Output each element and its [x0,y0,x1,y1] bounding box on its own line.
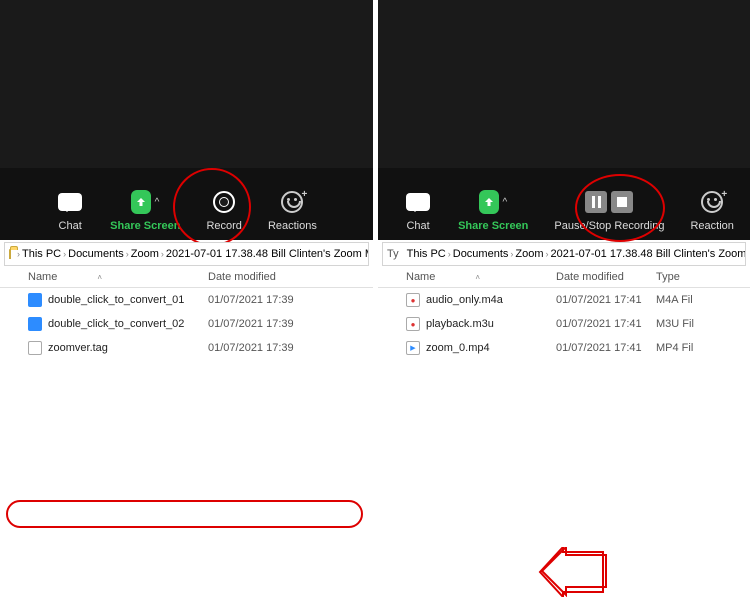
share-label: Share Screen [458,220,528,232]
reactions-button[interactable]: + Reaction [688,188,735,232]
file-type: M4A Fil [656,294,716,306]
zoom-meeting-window-left: Chat ^ Share Screen Record + Reactions [0,0,373,240]
file-date: 01/07/2021 17:41 [556,294,656,306]
file-type: MP4 Fil [656,342,716,354]
smiley-icon: + [701,191,723,213]
file-date: 01/07/2021 17:39 [208,318,308,330]
file-name: playback.m3u [426,318,494,330]
share-caret-icon[interactable]: ^ [503,197,508,208]
folder-icon [9,249,11,259]
file-date: 01/07/2021 17:39 [208,294,308,306]
pausestop-label: Pause/Stop Recording [554,220,664,232]
col-date-label[interactable]: Date modified [208,271,308,283]
share-caret-icon[interactable]: ^ [155,197,160,208]
zoom-meeting-window-right: Chat ^ Share Screen Pause/S [378,0,750,240]
reactions-label: Reaction [690,220,733,232]
file-date: 01/07/2021 17:41 [556,318,656,330]
share-label: Share Screen [110,220,180,232]
file-row[interactable]: zoomver.tag 01/07/2021 17:39 [28,336,373,360]
file-date: 01/07/2021 17:41 [556,342,656,354]
pause-stop-recording-button[interactable]: Pause/Stop Recording [552,188,666,232]
chat-label: Chat [59,220,82,232]
col-type-label[interactable]: Type [656,271,716,283]
share-screen-icon [131,190,150,214]
file-name: double_click_to_convert_01 [48,294,184,306]
file-row[interactable]: audio_only.m4a 01/07/2021 17:41 M4A Fil [406,288,750,312]
file-explorer-right: Ty This PC› Documents› Zoom› 2021-07-01 … [378,242,750,502]
bc-item[interactable]: Zoom [131,248,159,260]
file-row[interactable]: double_click_to_convert_01 01/07/2021 17… [28,288,373,312]
generic-file-icon [28,341,42,355]
file-name: audio_only.m4a [426,294,503,306]
col-name-label[interactable]: Name [28,271,57,283]
file-list-left: double_click_to_convert_01 01/07/2021 17… [0,288,373,360]
breadcrumb-left[interactable]: › This PC› Documents› Zoom› 2021-07-01 1… [4,242,369,266]
col-date-label[interactable]: Date modified [556,271,656,283]
file-date: 01/07/2021 17:39 [208,342,308,354]
bc-item[interactable]: Zoom [515,248,543,260]
bc-item[interactable]: 2021-07-01 17.38.48 Bill Clinten's Zoom … [551,248,746,260]
file-row[interactable]: zoom_0.mp4 01/07/2021 17:41 MP4 Fil [406,336,750,360]
playlist-file-icon [406,317,420,331]
chat-button[interactable]: Chat [402,188,434,232]
columns-header-right[interactable]: Name˄ Date modified Type [378,266,750,288]
zoom-toolbar-right: Chat ^ Share Screen Pause/S [378,168,750,240]
smiley-icon: + [281,191,303,213]
stop-icon[interactable] [611,191,633,213]
share-screen-button[interactable]: ^ Share Screen [456,188,530,232]
bc-item[interactable]: 2021-07-01 17.38.48 Bill Clinten's Zoom … [166,248,369,260]
col-ty-stub: Ty [387,248,399,260]
file-row[interactable]: double_click_to_convert_02 01/07/2021 17… [28,312,373,336]
file-type: M3U Fil [656,318,716,330]
file-name: zoomver.tag [48,342,108,354]
record-button[interactable]: Record [204,188,243,232]
file-explorer-left: › This PC› Documents› Zoom› 2021-07-01 1… [0,242,373,502]
record-label: Record [206,220,241,232]
chat-icon [58,193,82,211]
reactions-button[interactable]: + Reactions [266,188,319,232]
share-screen-button[interactable]: ^ Share Screen [108,188,182,232]
columns-header-left[interactable]: Name˄ Date modified [0,266,373,288]
zoom-toolbar-left: Chat ^ Share Screen Record + Reactions [0,168,373,240]
bc-item[interactable]: Documents [453,248,509,260]
file-name: double_click_to_convert_02 [48,318,184,330]
annotation-arrow [538,547,608,597]
chat-icon [406,193,430,211]
bc-item[interactable]: This PC [22,248,61,260]
annotation-oval-breadcrumb [6,500,363,528]
zoom-file-icon [28,317,42,331]
bc-item[interactable]: This PC [407,248,446,260]
share-screen-icon [479,190,498,214]
chat-button[interactable]: Chat [54,188,86,232]
video-file-icon [406,341,420,355]
zoom-file-icon [28,293,42,307]
col-name-label[interactable]: Name [406,271,435,283]
chat-label: Chat [406,220,429,232]
file-row[interactable]: playback.m3u 01/07/2021 17:41 M3U Fil [406,312,750,336]
audio-file-icon [406,293,420,307]
bc-item[interactable]: Documents [68,248,124,260]
reactions-label: Reactions [268,220,317,232]
record-icon [213,191,235,213]
breadcrumb-right[interactable]: Ty This PC› Documents› Zoom› 2021-07-01 … [382,242,746,266]
file-list-right: audio_only.m4a 01/07/2021 17:41 M4A Fil … [378,288,750,360]
file-name: zoom_0.mp4 [426,342,490,354]
pause-icon[interactable] [585,191,607,213]
